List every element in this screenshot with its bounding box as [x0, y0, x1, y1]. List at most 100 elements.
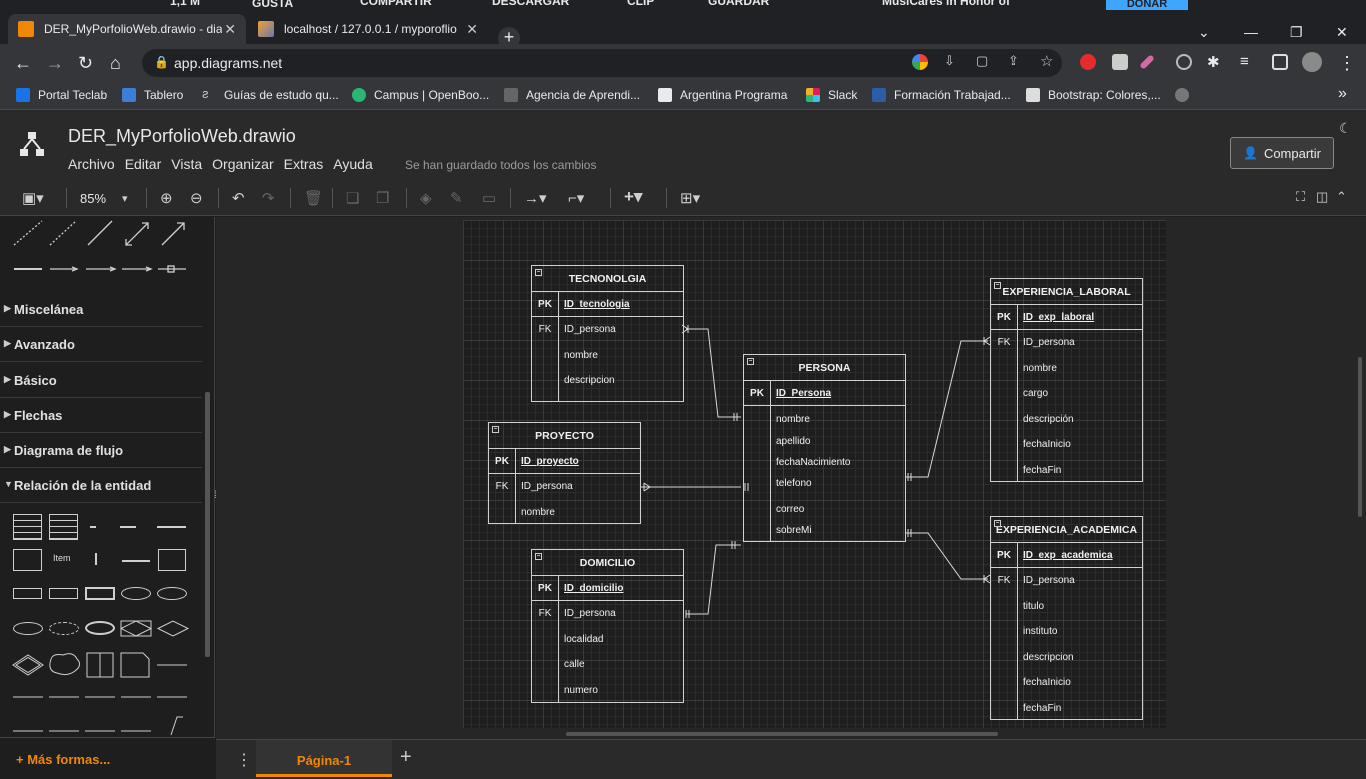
- collapse-icon[interactable]: –: [994, 520, 1001, 527]
- collapse-icon[interactable]: –: [492, 426, 499, 433]
- fk-row[interactable]: FK ID_persona: [532, 317, 683, 343]
- er-entity-shape[interactable]: [13, 549, 42, 571]
- field-row[interactable]: localidad: [532, 627, 683, 653]
- media-icon[interactable]: ≡: [1240, 53, 1249, 70]
- fk-row[interactable]: FK ID_persona: [991, 568, 1142, 594]
- minimize-icon[interactable]: —: [1244, 24, 1258, 40]
- field-row[interactable]: nombre: [991, 356, 1142, 382]
- bookmark-item[interactable]: [1175, 88, 1197, 102]
- er-attribute-ellipse-shape[interactable]: [13, 622, 43, 635]
- field-row[interactable]: fechaInicio: [991, 670, 1142, 696]
- horizontal-scrollbar[interactable]: [566, 732, 998, 736]
- sidebar-section-basico[interactable]: ▶ Básico: [0, 363, 202, 398]
- document-title[interactable]: DER_MyPorfolioWeb.drawio: [68, 126, 296, 147]
- entity-experiencia-academica[interactable]: – EXPERIENCIA_ACADEMICA PK ID_exp_academic…: [990, 516, 1143, 720]
- bookmark-item[interactable]: Argentina Programa: [658, 88, 787, 102]
- bookmark-item[interactable]: Tablero: [122, 88, 183, 102]
- field-row[interactable]: descripcion: [532, 368, 683, 394]
- er-attribute-ellipse-shape[interactable]: [157, 587, 187, 600]
- field-row[interactable]: fechaFin: [991, 458, 1142, 484]
- collapse-icon[interactable]: –: [994, 282, 1001, 289]
- er-entity-shape[interactable]: [13, 588, 42, 599]
- sidebar-section-avanzado[interactable]: ▶ Avanzado: [0, 327, 202, 362]
- kebab-menu-icon[interactable]: ⋮: [1338, 53, 1356, 74]
- pk-row[interactable]: PK ID_proyecto: [489, 449, 640, 474]
- puzzle-icon[interactable]: ✱: [1207, 53, 1220, 71]
- bookmark-item[interactable]: Formación Trabajad...: [872, 88, 1011, 102]
- home-icon[interactable]: ⌂: [110, 53, 121, 74]
- clock-icon[interactable]: [1176, 54, 1192, 70]
- fill-color-icon[interactable]: ◈: [420, 189, 432, 207]
- menu-vista[interactable]: Vista: [171, 156, 202, 172]
- bookmark-item[interactable]: ƨ Guías de estudo qu...: [202, 87, 339, 102]
- sidebar-scrollbar[interactable]: [205, 392, 210, 657]
- tab-pagina-1[interactable]: Página-1: [256, 740, 392, 777]
- field-row[interactable]: correo: [744, 495, 905, 519]
- share-button[interactable]: 👤 Compartir: [1230, 137, 1334, 169]
- field-row[interactable]: fechaNacimiento: [744, 452, 905, 473]
- close-icon[interactable]: ✕: [224, 21, 236, 38]
- share-page-icon[interactable]: ⇪: [1008, 53, 1019, 69]
- star-icon[interactable]: ☆: [1040, 52, 1053, 70]
- pk-row[interactable]: PK ID_domicilio: [532, 576, 683, 601]
- er-item-shape[interactable]: Item: [53, 553, 71, 563]
- tab-drawio[interactable]: DER_MyPorfolioWeb.drawio - dia ✕: [8, 14, 246, 44]
- er-relationship-shapes[interactable]: [120, 619, 190, 639]
- to-front-icon[interactable]: ❏: [346, 189, 359, 207]
- chevron-down-icon[interactable]: ▾: [122, 192, 128, 205]
- menu-ayuda[interactable]: Ayuda: [333, 156, 372, 172]
- menu-archivo[interactable]: Archivo: [68, 156, 115, 172]
- er-divider-shape[interactable]: [95, 553, 97, 565]
- connection-icon[interactable]: →▾: [524, 189, 547, 207]
- entity-experiencia-laboral[interactable]: – EXPERIENCIA_LABORAL PK ID_exp_laboral FK…: [990, 278, 1143, 482]
- entity-persona[interactable]: – PERSONA PK ID_Persona nombre apellido fe…: [743, 354, 906, 542]
- sidebar-section-relacion-entidad[interactable]: ▼ Relación de la entidad: [0, 468, 202, 503]
- menu-organizar[interactable]: Organizar: [212, 156, 273, 172]
- sidebar-section-diagrama-de-flujo[interactable]: ▶ Diagrama de flujo: [0, 433, 202, 468]
- collapse-icon[interactable]: ⌃: [1336, 189, 1347, 205]
- field-row[interactable]: cargo: [991, 381, 1142, 407]
- sidebar-section-flechas[interactable]: ▶ Flechas: [0, 398, 202, 433]
- zoom-out-icon[interactable]: ⊖: [190, 189, 203, 207]
- er-attribute-shape[interactable]: [157, 526, 186, 528]
- er-derived-attribute-shape[interactable]: [49, 622, 79, 635]
- panel-toggle-icon[interactable]: ◫: [1316, 189, 1328, 205]
- collapse-icon[interactable]: –: [535, 553, 542, 560]
- pk-row[interactable]: PK ID_exp_academica: [991, 543, 1142, 568]
- google-icon[interactable]: [912, 54, 928, 70]
- field-row[interactable]: descripción: [991, 407, 1142, 433]
- field-row[interactable]: calle: [532, 652, 683, 678]
- field-row[interactable]: nombre: [489, 500, 640, 526]
- canvas-area[interactable]: – TECNONOLGIA PK ID_tecnologia FK ID_person…: [216, 217, 1366, 739]
- bookmark-item[interactable]: Agencia de Aprendi...: [504, 88, 640, 102]
- er-relation-lines[interactable]: [11, 687, 191, 737]
- field-row[interactable]: fechaFin: [991, 696, 1142, 722]
- adblock-icon[interactable]: [1080, 54, 1096, 70]
- collapse-icon[interactable]: –: [747, 358, 754, 365]
- zoom-select[interactable]: 85%: [80, 191, 106, 206]
- field-row[interactable]: nombre: [532, 343, 683, 369]
- moon-icon[interactable]: ☾: [1339, 120, 1352, 137]
- field-row[interactable]: telefono: [744, 473, 905, 495]
- pk-row[interactable]: PK ID_Persona: [744, 381, 905, 406]
- er-entity-shape[interactable]: [49, 588, 78, 599]
- field-row[interactable]: fechaInicio: [991, 432, 1142, 458]
- er-attribute-shape[interactable]: [120, 526, 136, 528]
- delete-icon[interactable]: 🗑: [304, 189, 323, 207]
- url-text[interactable]: app.diagrams.net: [174, 55, 282, 71]
- forward-icon[interactable]: →: [46, 53, 64, 74]
- bookmark-item[interactable]: Campus | OpenBoo...: [352, 88, 489, 102]
- er-line-shape[interactable]: [122, 560, 150, 562]
- sidebar-section-miscelanea[interactable]: ▶ Miscelánea: [0, 292, 202, 327]
- entity-proyecto[interactable]: – PROYECTO PK ID_proyecto FK ID_persona nom…: [488, 422, 641, 524]
- page-icon[interactable]: ▢: [976, 53, 988, 69]
- er-table-shape[interactable]: [158, 549, 186, 571]
- redo-icon[interactable]: ↷: [262, 189, 275, 207]
- field-row[interactable]: descripcion: [991, 645, 1142, 671]
- restore-icon[interactable]: ❐: [1290, 24, 1303, 41]
- waypoints-icon[interactable]: ⌐▾: [568, 189, 584, 207]
- pages-menu-icon[interactable]: ⋮: [236, 750, 252, 770]
- extension-icon[interactable]: [1112, 54, 1128, 70]
- back-icon[interactable]: ←: [14, 53, 32, 74]
- fk-row[interactable]: FK ID_persona: [532, 601, 683, 627]
